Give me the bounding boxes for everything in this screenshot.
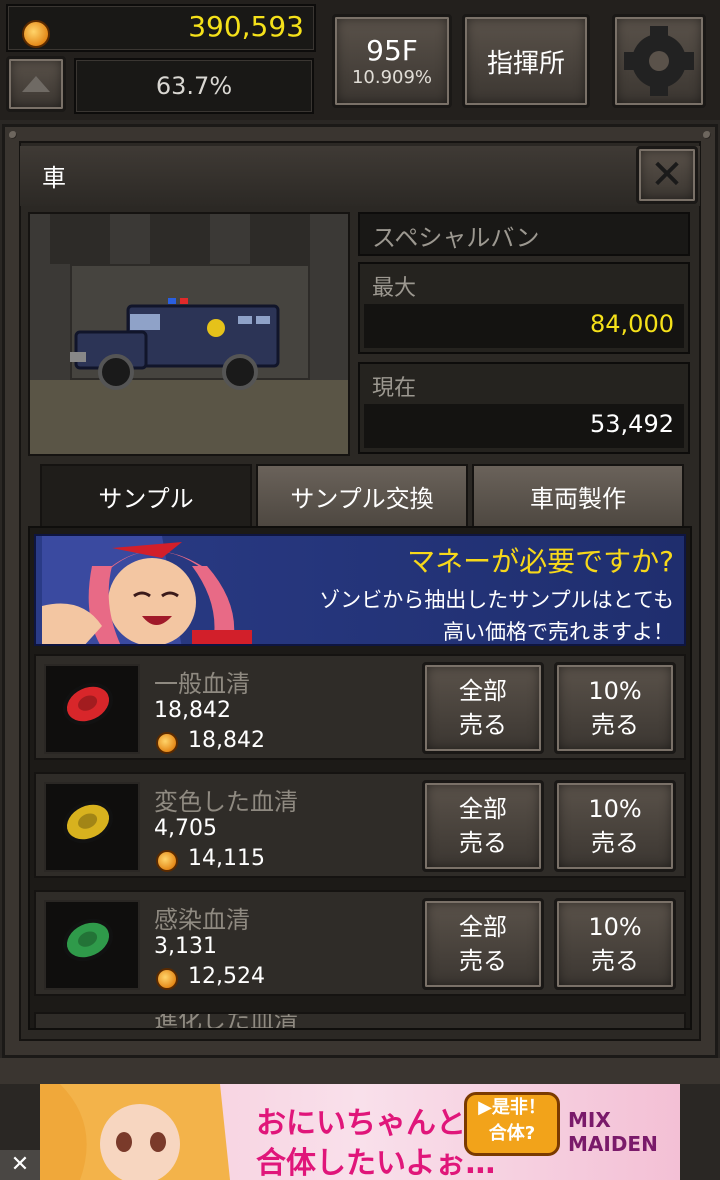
current-label: 現在 [372,376,417,401]
sample-price: 18,842 [188,728,265,753]
sample-quantity: 3,131 [154,934,217,959]
sell-all-label-2: 売る [459,947,507,975]
current-capacity: 現在 53,492 [358,362,690,454]
sell-10-label-1: 10% [588,913,642,941]
sample-quantity: 4,705 [154,816,217,841]
sample-quantity: 18,842 [154,698,231,723]
panel-header [20,146,700,206]
sample-price: 14,115 [188,846,265,871]
banner-line-1: ゾンビから抽出したサンプルはとても [319,588,674,612]
sell-10-label-1: 10% [588,795,642,823]
guide-character-image [42,536,252,644]
sample-name: 一般血清 [154,670,250,698]
vehicle-image [28,212,350,456]
sample-slot [44,782,140,872]
current-value: 53,492 [590,410,674,438]
green-serum-icon [55,910,121,970]
gear-icon [624,26,694,96]
floor-label: 95F [366,34,418,67]
sell-10-label-2: 売る [591,829,639,857]
settings-button[interactable] [612,14,706,108]
sample-name: 変色した血清 [154,788,298,816]
sample-slot [44,664,140,754]
floor-button[interactable]: 95F 10.909% [332,14,452,108]
panel-title: 車 [42,164,66,192]
armored-van-icon [70,298,280,390]
command-post-button[interactable]: 指揮所 [462,14,590,108]
sample-row-infected-serum: 感染血清 3,131 12,524 全部 売る 10% 売る [34,890,686,996]
max-value: 84,000 [590,310,674,338]
coin-icon [156,850,178,872]
close-icon: ✕ [650,152,684,198]
progress-value: 63.7% [155,72,233,100]
promo-banner: マネーが必要ですか? ゾンビから抽出したサンプルはとても 高い価格で売れますよ！ [34,534,686,646]
coin-icon [156,968,178,990]
tab-sample[interactable]: サンプル [40,464,252,526]
ad-logo: MIX MAIDEN [568,1108,658,1156]
ad-cta-line-2: 合体? [488,1123,536,1144]
sell-10-label-2: 売る [591,711,639,739]
sell-10-percent-button[interactable]: 10% 売る [554,662,676,754]
sell-all-label-2: 売る [459,711,507,739]
sample-row-discolored-serum: 変色した血清 4,705 14,115 全部 売る 10% 売る [34,772,686,878]
floor-up-button[interactable] [6,56,66,112]
ad-cta-button[interactable]: ▶是非！ 合体? [464,1092,560,1156]
progress-display: 63.7% [74,58,314,114]
max-capacity: 最大 84,000 [358,262,690,354]
coin-icon [156,732,178,754]
money-value: 390,593 [188,10,304,43]
max-label: 最大 [372,276,417,301]
red-serum-icon [55,674,121,734]
sell-10-percent-button[interactable]: 10% 売る [554,898,676,990]
command-post-label: 指揮所 [486,48,565,79]
coin-icon [22,20,50,48]
vehicle-name: スペシャルバン [358,212,690,256]
sell-all-label-2: 売る [459,829,507,857]
sell-all-button[interactable]: 全部 売る [422,898,544,990]
top-hud: 390,593 63.7% 95F 10.909% 指揮所 [0,0,720,120]
sell-all-label-1: 全部 [459,677,507,705]
sample-name: 進化した血清 [154,1012,298,1028]
tab-sample-exchange[interactable]: サンプル交換 [256,464,468,526]
sell-all-button[interactable]: 全部 売る [422,662,544,754]
banner-title: マネーが必要ですか? [407,545,674,578]
sample-slot [44,900,140,990]
sample-row-normal-serum: 一般血清 18,842 18,842 全部 売る 10% 売る [34,654,686,760]
banner-line-2: 高い価格で売れますよ！ [443,620,674,644]
arrow-up-icon [22,76,50,92]
tab-vehicle-crafting[interactable]: 車両製作 [472,464,684,526]
ad-character-image [40,1084,230,1180]
sell-10-label-2: 売る [591,947,639,975]
sell-all-label-1: 全部 [459,795,507,823]
sell-10-label-1: 10% [588,677,642,705]
sample-name: 感染血清 [154,906,250,934]
ad-close-icon[interactable]: ✕ [0,1150,40,1180]
ad-text-line-1: おにいちゃんと [256,1106,466,1141]
ad-text-line-2: 合体したいよぉ… [256,1146,496,1180]
close-button[interactable]: ✕ [636,146,698,204]
sell-10-percent-button[interactable]: 10% 売る [554,780,676,872]
ad-cta-line-1: ▶是非！ [478,1097,546,1118]
sample-row-partial: 進化した血清 [34,1012,686,1028]
sample-price: 12,524 [188,964,265,989]
yellow-serum-icon [55,792,121,852]
floor-percent: 10.909% [351,67,433,88]
sell-all-button[interactable]: 全部 売る [422,780,544,872]
ad-banner[interactable]: おにいちゃんと 合体したいよぉ… ▶是非！ 合体? MIX MAIDEN [40,1084,680,1180]
sell-all-label-1: 全部 [459,913,507,941]
